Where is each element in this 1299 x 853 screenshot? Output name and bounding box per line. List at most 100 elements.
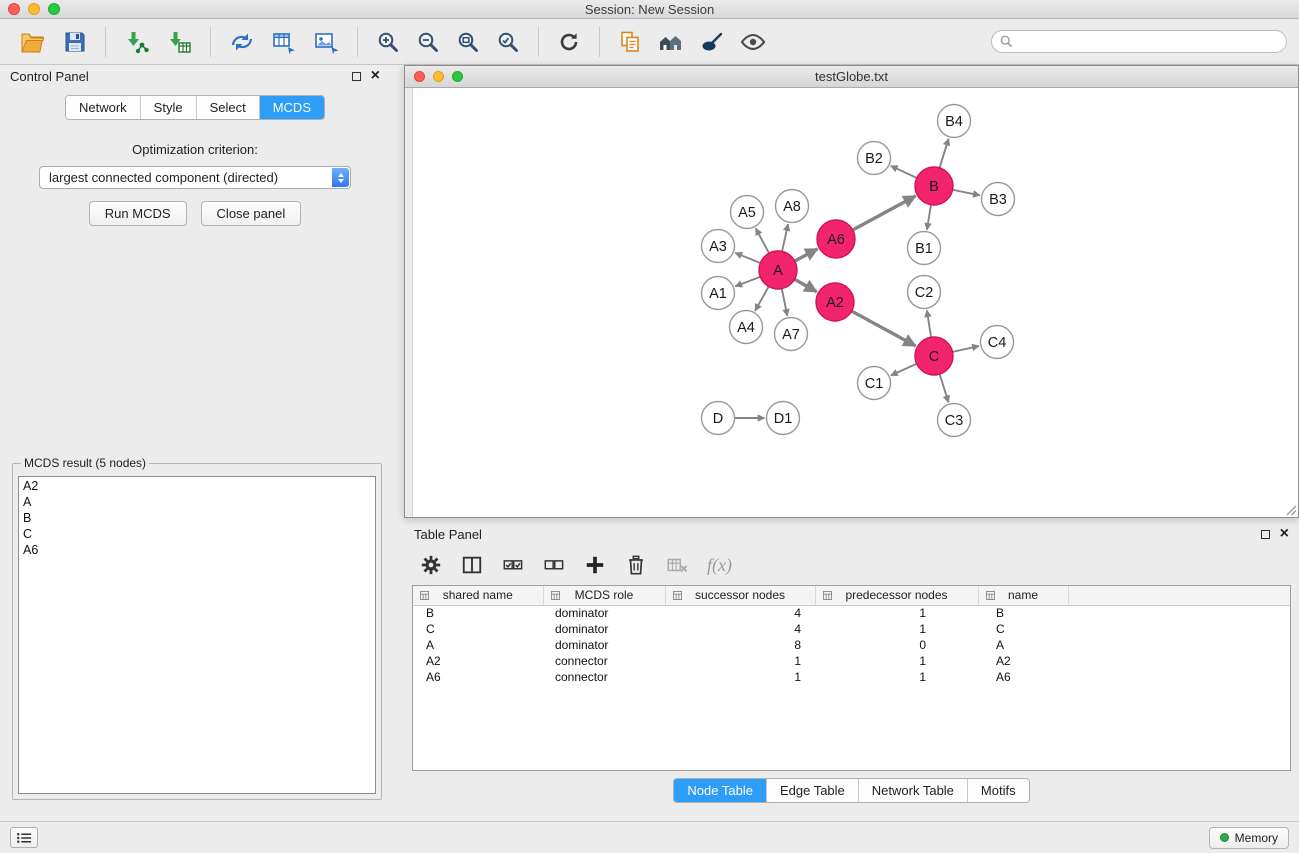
- node-C2[interactable]: C2: [908, 276, 941, 309]
- select-all-rows-button[interactable]: [500, 552, 526, 578]
- memory-button[interactable]: Memory: [1209, 827, 1289, 849]
- table-cell[interactable]: dominator: [543, 621, 665, 637]
- table-cell[interactable]: A: [978, 637, 1068, 653]
- column-header-shared-name[interactable]: shared name: [413, 586, 543, 605]
- show-hide-panel-button[interactable]: [732, 27, 774, 57]
- export-network-button[interactable]: [221, 27, 263, 57]
- node-B1[interactable]: B1: [908, 232, 941, 265]
- table-row[interactable]: A6connector11A6: [413, 669, 1290, 685]
- tab-mcds[interactable]: MCDS: [259, 96, 324, 119]
- search-input[interactable]: [1018, 35, 1278, 49]
- mcds-result-item[interactable]: A6: [23, 542, 371, 558]
- table-cell[interactable]: C: [413, 621, 543, 637]
- import-table-from-file-button[interactable]: [158, 27, 200, 57]
- table-cell[interactable]: 1: [815, 669, 978, 685]
- settings-button[interactable]: [418, 552, 444, 578]
- node-B4[interactable]: B4: [938, 105, 971, 138]
- table-cell[interactable]: 1: [815, 605, 978, 621]
- node-B2[interactable]: B2: [858, 142, 891, 175]
- annotation-button[interactable]: [692, 27, 732, 57]
- table-cell[interactable]: 0: [815, 637, 978, 653]
- add-row-button[interactable]: [582, 552, 608, 578]
- tab-select[interactable]: Select: [196, 96, 259, 119]
- node-A6[interactable]: A6: [817, 220, 855, 258]
- table-row[interactable]: Cdominator41C: [413, 621, 1290, 637]
- table-cell[interactable]: 4: [665, 605, 815, 621]
- network-zoom-button[interactable]: [452, 71, 463, 82]
- table-cell[interactable]: connector: [543, 669, 665, 685]
- node-C[interactable]: C: [915, 337, 953, 375]
- node-A8[interactable]: A8: [776, 190, 809, 223]
- table-row[interactable]: A2connector11A2: [413, 653, 1290, 669]
- table-cell[interactable]: B: [413, 605, 543, 621]
- resize-grip-icon[interactable]: [1285, 504, 1297, 516]
- column-header-predecessor-nodes[interactable]: predecessor nodes: [815, 586, 978, 605]
- table-cell[interactable]: A6: [413, 669, 543, 685]
- close-panel-button[interactable]: Close panel: [201, 201, 302, 226]
- table-cell[interactable]: A6: [978, 669, 1068, 685]
- table-tab-motifs[interactable]: Motifs: [967, 779, 1029, 802]
- import-network-from-file-button[interactable]: [116, 27, 158, 57]
- column-header-successor-nodes[interactable]: successor nodes: [665, 586, 815, 605]
- table-cell[interactable]: 1: [815, 653, 978, 669]
- first-neighbors-button[interactable]: [650, 27, 692, 57]
- table-tab-network-table[interactable]: Network Table: [858, 779, 967, 802]
- table-cell[interactable]: 4: [665, 621, 815, 637]
- node-A7[interactable]: A7: [775, 318, 808, 351]
- table-cell[interactable]: 1: [815, 621, 978, 637]
- table-row[interactable]: Adominator80A: [413, 637, 1290, 653]
- fullscreen-window-button[interactable]: [48, 3, 60, 15]
- table-cell[interactable]: 1: [665, 669, 815, 685]
- clone-network-button[interactable]: [610, 27, 650, 57]
- table-tab-node-table[interactable]: Node Table: [674, 779, 766, 802]
- node-A2[interactable]: A2: [816, 283, 854, 321]
- mcds-result-item[interactable]: C: [23, 526, 371, 542]
- node-A5[interactable]: A5: [731, 196, 764, 229]
- node-B3[interactable]: B3: [982, 183, 1015, 216]
- table-cell[interactable]: B: [978, 605, 1068, 621]
- node-C3[interactable]: C3: [938, 404, 971, 437]
- node-A[interactable]: A: [759, 251, 797, 289]
- export-table-button[interactable]: [263, 27, 305, 57]
- task-history-button[interactable]: [10, 827, 38, 848]
- refresh-network-button[interactable]: [549, 27, 589, 57]
- table-cell[interactable]: connector: [543, 653, 665, 669]
- table-cell[interactable]: A2: [413, 653, 543, 669]
- node-C4[interactable]: C4: [981, 326, 1014, 359]
- table-tab-edge-table[interactable]: Edge Table: [766, 779, 858, 802]
- mcds-result-list[interactable]: A2ABCA6: [18, 476, 376, 794]
- table-cell[interactable]: 1: [665, 653, 815, 669]
- float-table-panel-icon[interactable]: [1261, 530, 1270, 539]
- zoom-out-button[interactable]: [408, 27, 448, 57]
- table-cell[interactable]: dominator: [543, 637, 665, 653]
- mcds-result-item[interactable]: B: [23, 510, 371, 526]
- column-header-MCDS-role[interactable]: MCDS role: [543, 586, 665, 605]
- column-width-button[interactable]: [459, 552, 485, 578]
- zoom-in-button[interactable]: [368, 27, 408, 57]
- node-C1[interactable]: C1: [858, 367, 891, 400]
- node-B[interactable]: B: [915, 167, 953, 205]
- open-session-button[interactable]: [12, 27, 55, 57]
- optimization-dropdown[interactable]: largest connected component (directed): [39, 166, 351, 189]
- tab-network[interactable]: Network: [66, 96, 140, 119]
- table-cell[interactable]: 8: [665, 637, 815, 653]
- float-panel-icon[interactable]: [352, 72, 361, 81]
- mcds-result-item[interactable]: A: [23, 494, 371, 510]
- close-window-button[interactable]: [8, 3, 20, 15]
- close-table-panel-icon[interactable]: ×: [1280, 528, 1289, 540]
- save-session-button[interactable]: [55, 27, 95, 57]
- deselect-all-rows-button[interactable]: [541, 552, 567, 578]
- table-row[interactable]: Bdominator41B: [413, 605, 1290, 621]
- network-graph[interactable]: B4B2BB3A5A8A6B1A3AC2A1A2A4A7C4CC1C3DD1: [413, 88, 1297, 517]
- close-panel-icon[interactable]: ×: [371, 70, 380, 82]
- tab-style[interactable]: Style: [140, 96, 196, 119]
- node-D1[interactable]: D1: [767, 402, 800, 435]
- network-minimize-button[interactable]: [433, 71, 444, 82]
- network-canvas[interactable]: B4B2BB3A5A8A6B1A3AC2A1A2A4A7C4CC1C3DD1: [405, 88, 1298, 517]
- table-cell[interactable]: C: [978, 621, 1068, 637]
- delete-row-button[interactable]: [623, 552, 649, 578]
- zoom-fit-button[interactable]: [448, 27, 488, 57]
- table-cell[interactable]: A2: [978, 653, 1068, 669]
- node-A4[interactable]: A4: [730, 311, 763, 344]
- zoom-selected-button[interactable]: [488, 27, 528, 57]
